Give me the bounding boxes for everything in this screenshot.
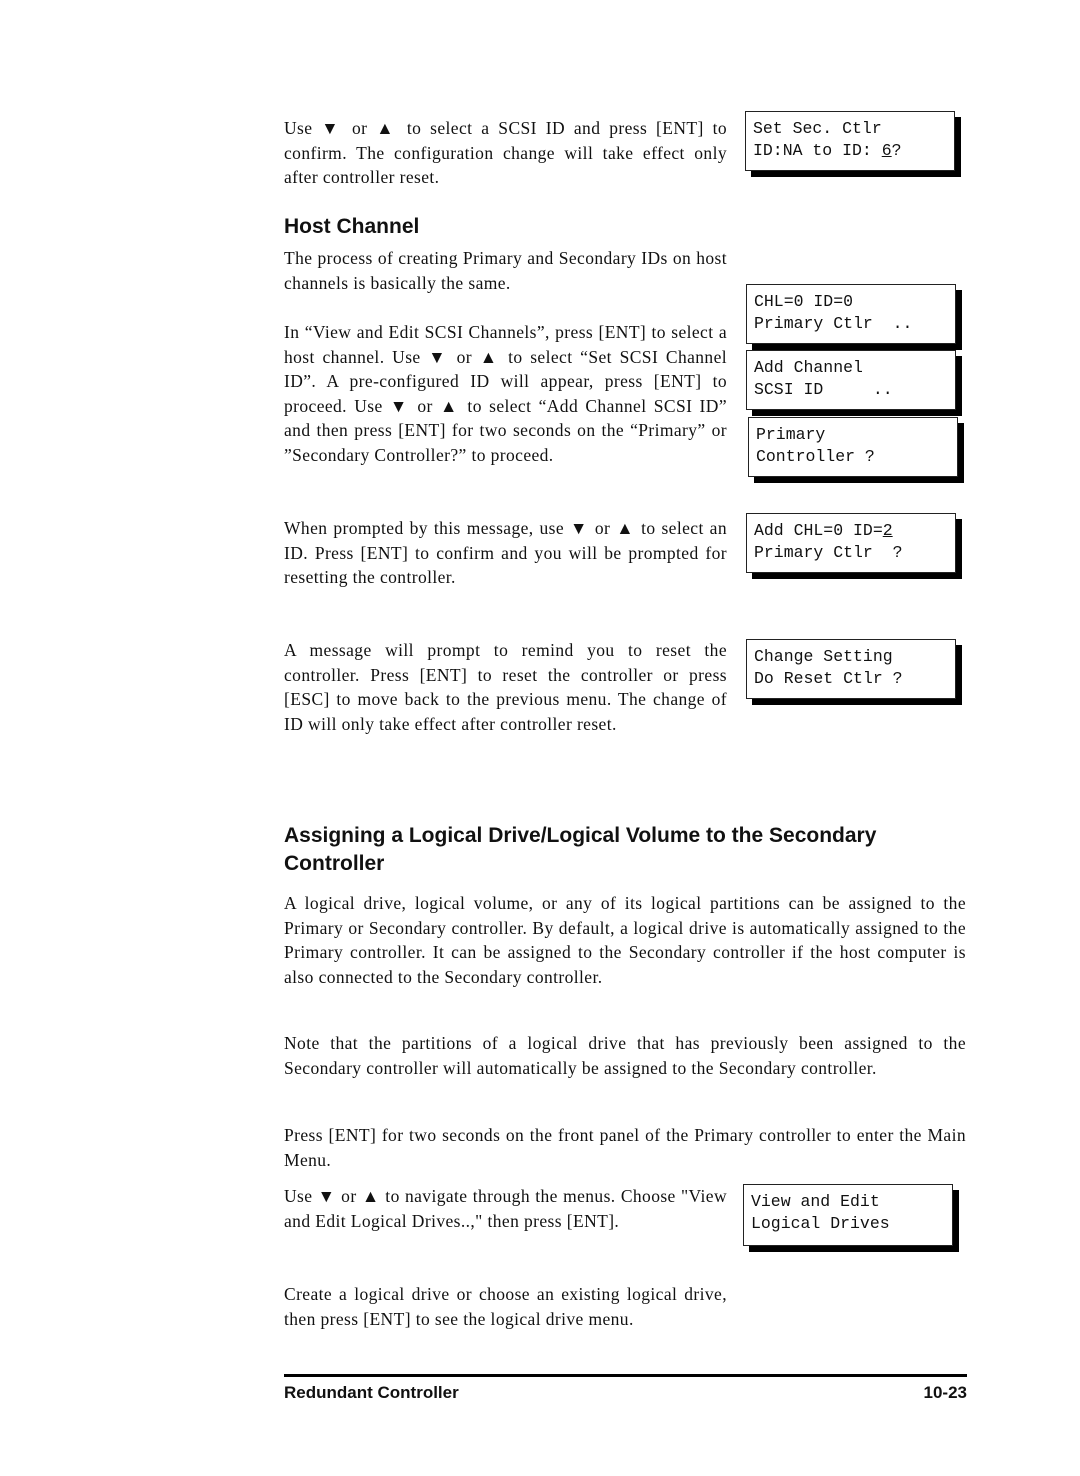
- lcd-cursor: 6: [881, 141, 892, 160]
- lcd-add-channel: Add Channel SCSI ID ..: [746, 350, 956, 410]
- paragraph: The process of creating Primary and Seco…: [284, 248, 727, 293]
- paragraph: A message will prompt to remind you to r…: [284, 640, 727, 734]
- lcd-line: Do Reset Ctlr ?: [754, 669, 903, 688]
- paragraph: A logical drive, logical volume, or any …: [284, 893, 966, 987]
- lcd-change-setting: Change Setting Do Reset Ctlr ?: [746, 639, 956, 699]
- lcd-line: Logical Drives: [751, 1214, 890, 1233]
- lcd-set-sec-ctlr: Set Sec. Ctlr ID:NA to ID: 6?: [745, 111, 955, 171]
- lcd-view-edit-logical: View and Edit Logical Drives: [743, 1184, 953, 1246]
- lcd-line: Primary Ctlr ?: [754, 543, 903, 562]
- lcd-add-chl-id: Add CHL=0 ID=2 Primary Ctlr ?: [746, 513, 956, 573]
- paragraph: When prompted by this message, use ▼ or …: [284, 518, 727, 587]
- lcd-cursor: 2: [882, 521, 893, 540]
- lcd-line: CHL=0 ID=0: [754, 292, 854, 311]
- paragraph: In “View and Edit SCSI Channels”, press …: [284, 322, 727, 465]
- heading-host-channel: Host Channel: [284, 215, 420, 238]
- footer-section: Redundant Controller: [284, 1383, 459, 1402]
- lcd-line: Add Channel: [754, 358, 863, 377]
- lcd-line: Set Sec. Ctlr: [753, 119, 882, 138]
- lcd-line: Add CHL=0 ID=: [754, 521, 883, 540]
- lcd-line: Change Setting: [754, 647, 893, 666]
- footer-page-number: 10-23: [923, 1383, 967, 1402]
- footer-rule: [284, 1374, 967, 1377]
- lcd-line: Primary Ctlr ..: [754, 314, 913, 333]
- lcd-chl-id: CHL=0 ID=0 Primary Ctlr ..: [746, 284, 956, 344]
- paragraph: Note that the partitions of a logical dr…: [284, 1033, 966, 1078]
- paragraph: Press [ENT] for two seconds on the front…: [284, 1125, 966, 1170]
- lcd-line: ID:NA to ID:: [753, 141, 882, 160]
- paragraph: Create a logical drive or choose an exis…: [284, 1284, 727, 1329]
- lcd-line: ?: [891, 141, 902, 160]
- lcd-line: View and Edit: [751, 1192, 880, 1211]
- paragraph: Use ▼ or ▲ to select a SCSI ID and press…: [284, 118, 727, 187]
- lcd-line: SCSI ID ..: [754, 380, 893, 399]
- lcd-primary-controller: Primary Controller ?: [748, 417, 958, 477]
- paragraph: Use ▼ or ▲ to navigate through the menus…: [284, 1186, 727, 1231]
- lcd-line: Controller ?: [756, 447, 875, 466]
- lcd-line: Primary: [756, 425, 826, 444]
- heading-assigning: Assigning a Logical Drive/Logical Volume…: [284, 824, 877, 875]
- document-page: Use ▼ or ▲ to select a SCSI ID and press…: [0, 0, 1080, 1476]
